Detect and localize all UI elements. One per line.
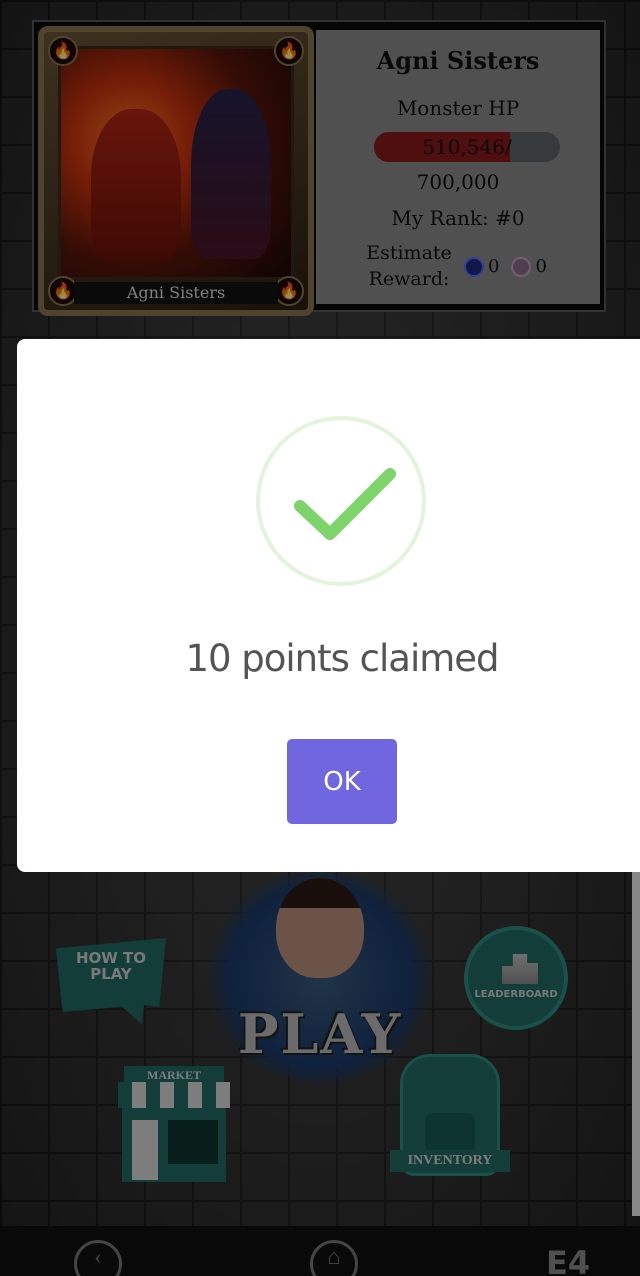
ok-button[interactable]: OK: [287, 739, 397, 824]
dialog-message: 10 points claimed: [185, 637, 499, 680]
check-mark: [294, 468, 396, 540]
success-check-icon: [256, 416, 426, 586]
success-dialog: 10 points claimed OK: [17, 339, 640, 872]
